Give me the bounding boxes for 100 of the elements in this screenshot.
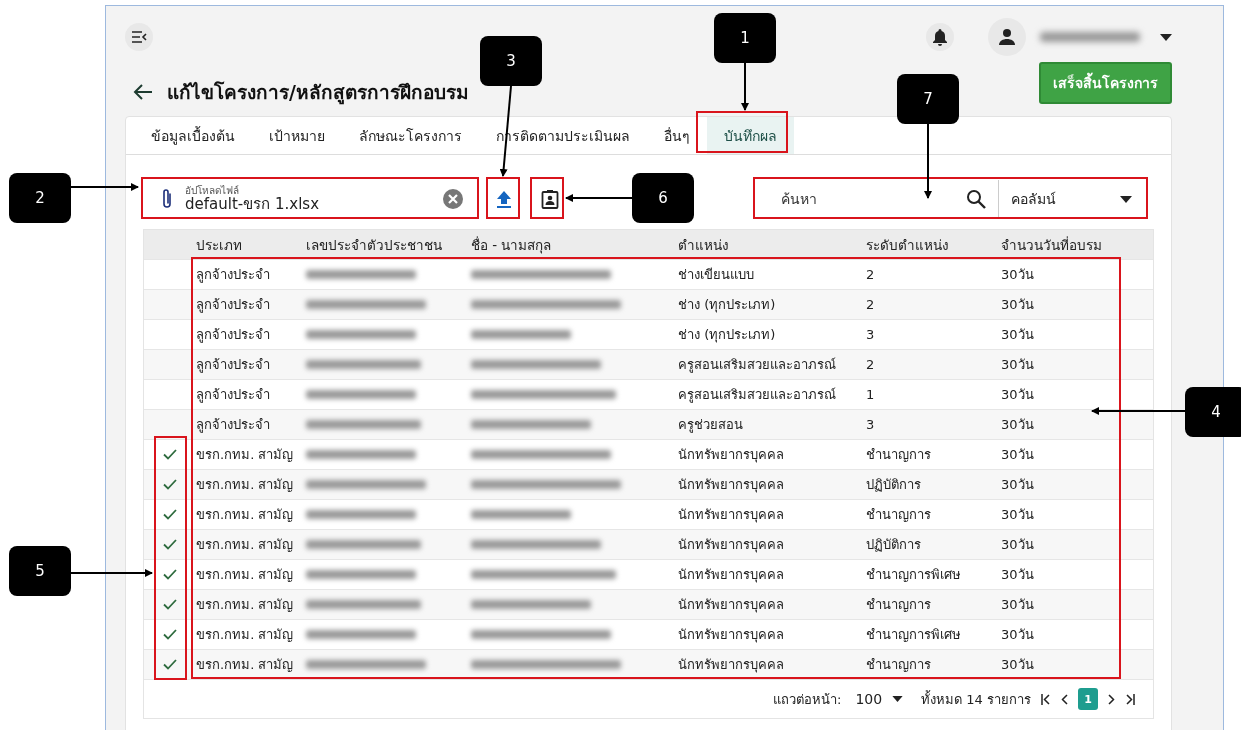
highlight-box xyxy=(486,177,520,219)
table-cell-text: ช่าง (ทุกประเภท) xyxy=(678,326,777,345)
column-header: ชื่อ - นามสกุล xyxy=(471,235,553,256)
paperclip-icon xyxy=(161,188,173,210)
table-cell-text: 1 xyxy=(866,387,876,402)
table-cell-text: 30วัน xyxy=(1001,626,1035,644)
tab[interactable]: เป้าหมาย xyxy=(252,117,342,154)
table-cell-text: ขรก.กทม. สามัญ xyxy=(196,446,295,464)
file-upload-field[interactable]: อัปโหลดไฟล์ default-ขรก 1.xlsx xyxy=(143,180,473,218)
table-cell-text: ปฏิบัติการ xyxy=(866,536,922,554)
table-cell-text: ครูช่วยสอน xyxy=(678,416,744,435)
callout-badge: 5 xyxy=(9,546,71,596)
tab[interactable]: ข้อมูลเบื้องต้น xyxy=(134,117,252,154)
menu-button[interactable] xyxy=(125,23,153,51)
column-dropdown[interactable]: คอลัมน์ xyxy=(999,180,1154,218)
table-cell-text: ชำนาญการ xyxy=(866,506,932,524)
table-cell-text: ชำนาญการ xyxy=(866,596,932,614)
back-arrow-icon[interactable] xyxy=(133,84,153,100)
callout-badge: 4 xyxy=(1185,387,1241,437)
table-cell-text: ช่างเขียนแบบ xyxy=(678,266,755,284)
clipboard-person-icon xyxy=(541,189,559,209)
table-cell-text: 30วัน xyxy=(1001,596,1035,614)
table-cell-text: 30วัน xyxy=(1001,296,1035,314)
menu-icon xyxy=(131,31,147,43)
callout-badge: 6 xyxy=(632,173,694,223)
callout-arrow xyxy=(70,183,139,191)
previous-page-icon[interactable] xyxy=(1061,693,1068,705)
tab[interactable]: อื่นๆ xyxy=(647,117,707,154)
table-cell-text: ขรก.กทม. สามัญ xyxy=(196,506,295,524)
table-cell-text: ขรก.กทม. สามัญ xyxy=(196,476,295,494)
table-cell-text: 2 xyxy=(866,267,876,282)
field-label: อัปโหลดไฟล์ xyxy=(185,185,240,197)
last-page-icon[interactable] xyxy=(1125,693,1135,705)
table-cell-text: 30วัน xyxy=(1001,536,1035,554)
notification-button[interactable] xyxy=(926,23,954,51)
table-cell-text: 30วัน xyxy=(1001,416,1035,434)
callout-badge: 7 xyxy=(897,74,959,124)
total-count: ทั้งหมด 14 รายการ xyxy=(921,689,1031,709)
user-icon xyxy=(998,28,1016,46)
table-cell-text: 30วัน xyxy=(1001,476,1035,494)
callout-badge: 1 xyxy=(714,13,776,63)
clear-icon[interactable] xyxy=(443,189,463,209)
table-cell-text: 30วัน xyxy=(1001,326,1035,344)
table-cell-text: ขรก.กทม. สามัญ xyxy=(196,566,295,584)
table-cell-text: นักทรัพยากรบุคคล xyxy=(678,476,785,495)
column-header: เลขประจำตัวประชาชน xyxy=(306,235,443,255)
column-header: ประเภท xyxy=(196,235,243,255)
table-cell-text: ชำนาญการ xyxy=(866,446,932,464)
table-cell-text: 30วัน xyxy=(1001,266,1035,284)
callout-badge: 2 xyxy=(9,173,71,223)
next-page-icon[interactable] xyxy=(1108,693,1115,705)
page-title: แก้ไขโครงการ/หลักสูตรการฝึกอบรม xyxy=(167,80,469,107)
user-button[interactable] xyxy=(988,18,1026,56)
table-cell-text: 2 xyxy=(866,357,876,372)
table-cell-text: นักทรัพยากรบุคคล xyxy=(678,566,785,585)
table-cell-text: ชำนาญการ xyxy=(866,656,932,674)
table-cell-text: นักทรัพยากรบุคคล xyxy=(678,536,785,555)
table-cell-text: 3 xyxy=(866,417,876,432)
table-cell-text: 2 xyxy=(866,297,876,312)
table-cell-text: ขรก.กทม. สามัญ xyxy=(196,626,295,644)
caret-icon[interactable] xyxy=(1160,33,1172,41)
table-cell-text: ช่าง (ทุกประเภท) xyxy=(678,296,777,315)
column-header: ตำแหน่ง xyxy=(678,235,730,255)
table-cell-text: นักทรัพยากรบุคคล xyxy=(678,626,785,645)
table-cell-text: ชำนาญการพิเศษ xyxy=(866,566,962,584)
table-cell-text: ลูกจ้างประจำ xyxy=(196,386,271,405)
tab[interactable]: ลักษณะโครงการ xyxy=(342,117,479,154)
first-page-icon[interactable] xyxy=(1041,693,1051,705)
table-cell-text: ครูสอนเสริมสวยและอาภรณ์ xyxy=(678,356,837,375)
table-cell-text: ลูกจ้างประจำ xyxy=(196,296,271,315)
callout-arrow xyxy=(565,194,633,202)
table-cell-text: ขรก.กทม. สามัญ xyxy=(196,656,295,674)
table-cell-text: 30วัน xyxy=(1001,506,1035,524)
column-header: จำนวนวันที่อบรม xyxy=(1001,235,1103,255)
table-cell-text: นักทรัพยากรบุคคล xyxy=(678,446,785,465)
table-cell-text: ขรก.กทม. สามัญ xyxy=(196,596,295,614)
table-cell-text: 30วัน xyxy=(1001,356,1035,374)
rows-per-page-select[interactable]: 100 xyxy=(855,691,883,707)
table-cell-text: ลูกจ้างประจำ xyxy=(196,266,271,285)
caret-icon xyxy=(1120,195,1132,203)
file-name: default-ขรก 1.xlsx xyxy=(185,196,320,213)
table-cell-text: นักทรัพยากรบุคคล xyxy=(678,506,785,525)
table-cell-text: ครูสอนเสริมสวยและอาภรณ์ xyxy=(678,386,837,405)
table-cell-text: ชำนาญการพิเศษ xyxy=(866,626,962,644)
table-cell-text: นักทรัพยากรบุคคล xyxy=(678,656,785,675)
caret-icon[interactable] xyxy=(892,696,904,702)
table-cell-text: นักทรัพยากรบุคคล xyxy=(678,596,785,615)
table-cell-text: ลูกจ้างประจำ xyxy=(196,326,271,345)
table-cell-text: ลูกจ้างประจำ xyxy=(196,416,271,435)
table-cell-text: 30วัน xyxy=(1001,656,1035,674)
callout-badge: 3 xyxy=(480,36,542,86)
upload-icon xyxy=(496,190,512,208)
table-cell-text: ปฏิบัติการ xyxy=(866,476,922,494)
tab[interactable]: บันทึกผล xyxy=(707,117,794,154)
table-cell-text: 30วัน xyxy=(1001,386,1035,404)
table-cell-text: 3 xyxy=(866,327,876,342)
table-cell-text: 30วัน xyxy=(1001,446,1035,464)
rows-per-page-label: แถวต่อหน้า: xyxy=(773,690,842,709)
table-cell-text: ลูกจ้างประจำ xyxy=(196,356,271,375)
column-header: ระดับตำแหน่ง xyxy=(866,235,950,255)
